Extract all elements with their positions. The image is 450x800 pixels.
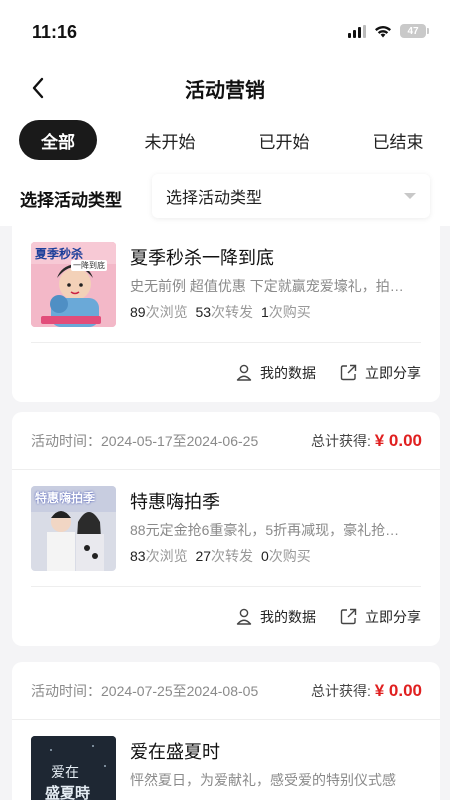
share-button[interactable]: 立即分享 [340, 363, 421, 383]
filter-row: 选择活动类型 选择活动类型 [0, 170, 450, 226]
total-label: 总计获得: [310, 432, 375, 449]
my-data-label: 我的数据 [260, 608, 316, 625]
status-bar: 11:16 47 [0, 0, 450, 60]
buys-label: 次购买 [268, 304, 311, 320]
buys-label: 次购买 [268, 548, 311, 564]
views-count: 83 [130, 548, 146, 564]
activity-desc: 怦然夏日，为爱献礼，感受爱的特别仪式感 [130, 772, 396, 788]
card-body[interactable]: 特惠嗨拍季 特惠嗨拍季 88元定金抢6重豪礼，5折再减现，豪礼抢… 83次浏览 … [12, 470, 440, 586]
shares-label: 次转发 [211, 548, 254, 564]
share-button[interactable]: 立即分享 [340, 607, 421, 627]
tab-all[interactable]: 全部 [19, 120, 97, 160]
signal-icon [348, 24, 366, 38]
share-label: 立即分享 [365, 608, 421, 625]
status-time: 11:16 [32, 22, 78, 42]
my-data-button[interactable]: 我的数据 [236, 363, 316, 383]
shares-label: 次转发 [211, 304, 254, 320]
battery-level: 47 [407, 25, 419, 37]
tab-ended[interactable]: 已结束 [358, 120, 438, 160]
card-body[interactable]: 爱在 盛夏時 爱在盛夏时 怦然夏日，为爱献礼，感受爱的特别仪式感 [12, 720, 440, 800]
total-amount: ¥ 0.00 [374, 680, 422, 700]
my-data-button[interactable]: 我的数据 [236, 607, 316, 627]
total-amount: ¥ 0.00 [374, 430, 422, 450]
time-label: 活动时间： [31, 682, 101, 699]
buys-count: 1 [260, 304, 269, 320]
share-label: 立即分享 [365, 364, 421, 381]
activity-title: 夏季秒杀一降到底 [130, 248, 274, 268]
activity-stats: 83次浏览 27次转发 0次购买 [130, 546, 311, 566]
user-icon [236, 608, 252, 625]
activity-desc: 史无前例 超值优惠 下定就赢宠爱壕礼，拍… [130, 278, 404, 294]
filter-label: 选择活动类型 [20, 191, 122, 210]
card-footer: 我的数据 立即分享 [31, 586, 421, 646]
share-icon [340, 608, 357, 625]
shares-count: 27 [195, 548, 212, 564]
page-title: 活动营销 [185, 80, 265, 102]
activity-card: 活动时间：2024-07-25至2024-08-05 总计获得: ¥ 0.00 … [12, 662, 440, 800]
user-icon [236, 364, 252, 381]
card-body[interactable]: 夏季秒杀 一降到底 夏季秒杀一降到底 史无前例 超值优惠 下定就赢宠爱壕礼，拍…… [12, 226, 440, 342]
tab-started[interactable]: 已开始 [244, 120, 324, 160]
activity-thumbnail: 特惠嗨拍季 [31, 486, 116, 571]
thumbnail-subcaption: 一降到底 [71, 260, 107, 271]
activity-card: 活动时间：2024-05-17至2024-06-25 总计获得: ¥ 0.00 … [12, 412, 440, 646]
card-header: 活动时间：2024-07-25至2024-08-05 总计获得: ¥ 0.00 [12, 662, 440, 720]
activity-title: 爱在盛夏时 [130, 742, 220, 762]
share-icon [340, 364, 357, 381]
activity-desc: 88元定金抢6重豪礼，5折再减现，豪礼抢… [130, 522, 400, 538]
time-range: 2024-05-17至2024-06-25 [101, 432, 259, 449]
thumbnail-caption: 特惠嗨拍季 [35, 491, 96, 505]
my-data-label: 我的数据 [260, 364, 316, 381]
status-icons: 47 [348, 24, 429, 38]
thumbnail-caption: 爱在 [51, 764, 79, 780]
card-footer: 我的数据 立即分享 [31, 342, 421, 402]
time-label: 活动时间： [31, 432, 101, 449]
total-label: 总计获得: [310, 682, 375, 699]
tab-not-started[interactable]: 未开始 [130, 120, 210, 160]
activity-stats: 89次浏览 53次转发 1次购买 [130, 302, 311, 322]
card-header: 活动时间：2024-05-17至2024-06-25 总计获得: ¥ 0.00 [12, 412, 440, 470]
views-label: 次浏览 [145, 548, 188, 564]
caret-down-icon [404, 193, 416, 199]
shares-count: 53 [195, 304, 212, 320]
views-label: 次浏览 [145, 304, 188, 320]
activity-card: 夏季秒杀 一降到底 夏季秒杀一降到底 史无前例 超值优惠 下定就赢宠爱壕礼，拍…… [12, 226, 440, 402]
thumbnail-subcaption: 盛夏時 [45, 785, 91, 800]
buys-count: 0 [260, 548, 269, 564]
battery-icon: 47 [400, 24, 429, 38]
activity-thumbnail: 爱在 盛夏時 [31, 736, 116, 800]
wifi-icon [375, 25, 391, 37]
status-tabs: 全部 未开始 已开始 已结束 [0, 114, 450, 170]
activity-type-select[interactable]: 选择活动类型 [152, 174, 430, 218]
activity-title: 特惠嗨拍季 [130, 492, 220, 512]
activity-type-value: 选择活动类型 [166, 190, 263, 207]
activity-list[interactable]: 夏季秒杀 一降到底 夏季秒杀一降到底 史无前例 超值优惠 下定就赢宠爱壕礼，拍…… [0, 226, 450, 800]
nav-bar: 活动营销 [0, 60, 450, 114]
views-count: 89 [130, 304, 146, 320]
time-range: 2024-07-25至2024-08-05 [101, 682, 259, 699]
activity-thumbnail: 夏季秒杀 一降到底 [31, 242, 116, 327]
